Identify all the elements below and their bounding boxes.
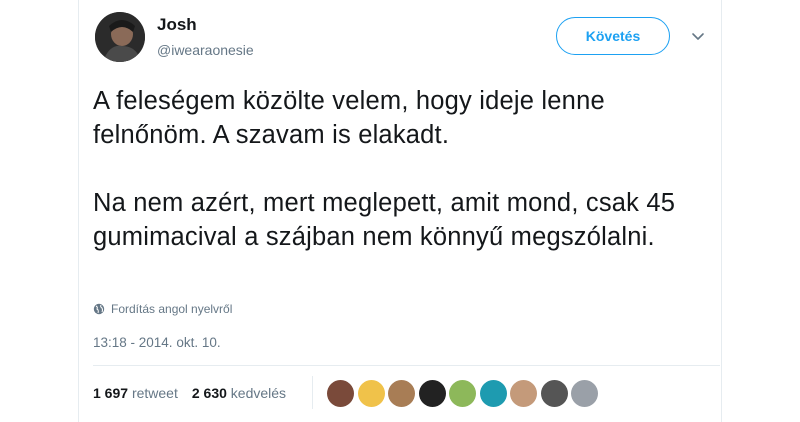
liker-avatar[interactable] <box>327 380 354 407</box>
tweet-text: A feleségem közölte velem, hogy ideje le… <box>93 84 713 254</box>
liker-avatar[interactable] <box>540 380 568 407</box>
like-label: kedvelés <box>230 385 287 401</box>
like-count: 2 630 <box>191 385 227 401</box>
liker-avatars <box>327 380 598 407</box>
stats-separator <box>312 376 313 409</box>
liker-avatar[interactable] <box>388 380 415 407</box>
liker-avatar[interactable] <box>510 380 537 407</box>
divider <box>93 365 720 366</box>
tweet-paragraph-1: A feleségem közölte velem, hogy ideje le… <box>93 87 605 149</box>
retweet-stat[interactable]: 1 697 retweet <box>93 385 178 401</box>
chevron-down-icon[interactable] <box>690 29 706 45</box>
globe-icon <box>93 303 105 315</box>
translate-label[interactable]: Fordítás angol nyelvről <box>111 302 232 316</box>
retweet-label: retweet <box>131 385 178 401</box>
liker-avatar[interactable] <box>357 380 385 407</box>
liker-avatar[interactable] <box>418 380 446 407</box>
like-stat[interactable]: 2 630 kedvelés <box>192 385 286 401</box>
tweet-timestamp[interactable]: 13:18 - 2014. okt. 10. <box>93 335 221 350</box>
avatar[interactable] <box>95 12 145 62</box>
liker-avatar[interactable] <box>571 380 598 407</box>
user-handle[interactable]: @iwearaonesie <box>157 42 254 58</box>
avatar-image <box>95 12 145 62</box>
liker-avatar[interactable] <box>479 380 507 407</box>
user-name[interactable]: Josh <box>157 15 197 35</box>
tweet-stats: 1 697 retweet 2 630 kedvelés <box>93 385 286 401</box>
follow-button[interactable]: Követés <box>556 17 670 55</box>
tweet-paragraph-2: Na nem azért, mert meglepett, amit mond,… <box>93 189 676 251</box>
translate-link[interactable]: Fordítás angol nyelvről <box>93 302 232 316</box>
liker-avatar[interactable] <box>449 380 476 407</box>
retweet-count: 1 697 <box>93 385 129 401</box>
